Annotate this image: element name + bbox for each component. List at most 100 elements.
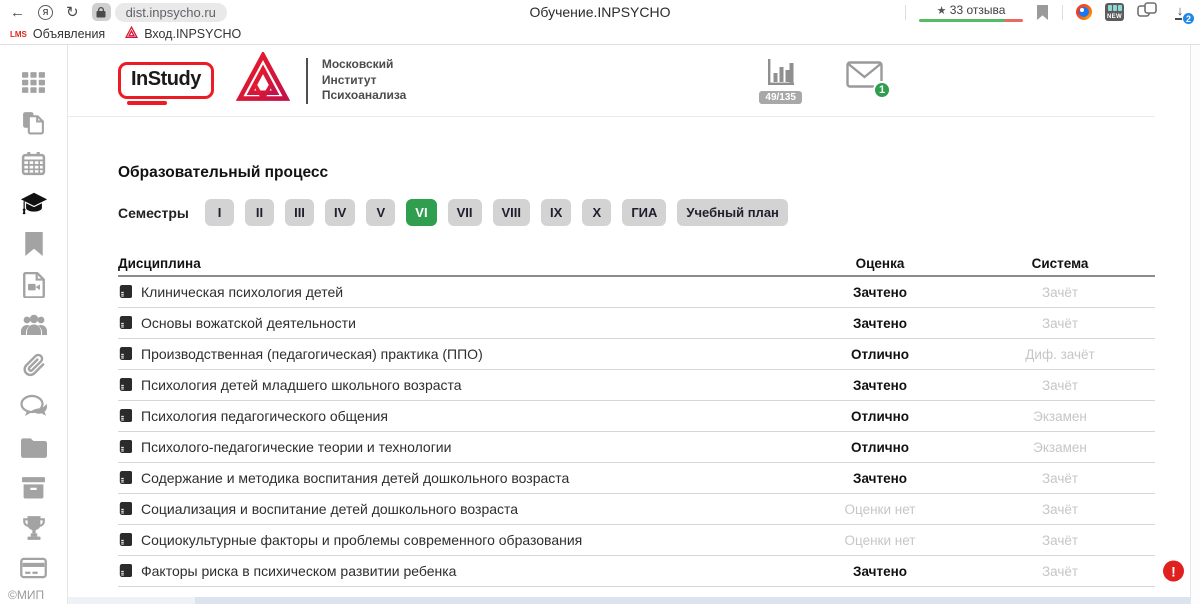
sidebar-item-apps-grid[interactable] xyxy=(20,69,48,95)
bookmarks-bar: LMS Объявления Вход.INPSYCHO xyxy=(0,24,1200,45)
horizontal-scrollbar[interactable] xyxy=(68,597,1190,604)
discipline-name[interactable]: Основы вожатской деятельности xyxy=(141,315,356,331)
discipline-name[interactable]: Психолого-педагогические теории и технол… xyxy=(141,439,451,455)
discipline-link[interactable]: Социализация и воспитание детей дошкольн… xyxy=(118,501,795,517)
book-icon xyxy=(119,285,133,299)
grade-value: Отлично xyxy=(795,347,965,362)
table-row: Клиническая психология детейЗачтеноЗачёт xyxy=(118,277,1155,308)
table-row: Основы вожатской деятельностиЗачтеноЗачё… xyxy=(118,308,1155,339)
sidebar-item-folders[interactable] xyxy=(20,434,48,460)
grade-value: Зачтено xyxy=(795,564,965,579)
sidebar-item-documents[interactable] xyxy=(20,110,48,136)
sidebar-item-media-files[interactable] xyxy=(20,272,48,298)
bookmark-announcements[interactable]: LMS Объявления xyxy=(10,27,105,41)
instudy-logo[interactable]: InStudy xyxy=(118,62,214,99)
grade-value: Отлично xyxy=(795,409,965,424)
copyright-label: ©МИП xyxy=(8,588,44,602)
browser-toolbar: ← Я ↻ dist.inpsycho.ru Обучение.INPSYCHO… xyxy=(0,0,1200,24)
discipline-link[interactable]: Факторы риска в психическом развитии реб… xyxy=(118,563,795,579)
mail-button[interactable]: 1 xyxy=(846,61,883,93)
bookmark-login-inpsycho[interactable]: Вход.INPSYCHO xyxy=(125,26,241,42)
grading-system: Экзамен xyxy=(965,440,1155,455)
discipline-link[interactable]: Психолого-педагогические теории и технол… xyxy=(118,439,795,455)
site-reviews[interactable]: ★ 33 отзыва xyxy=(919,3,1023,22)
table-row: Психология детей младшего школьного возр… xyxy=(118,370,1155,401)
discipline-link[interactable]: Основы вожатской деятельности xyxy=(118,315,795,331)
sidebar-item-messages[interactable] xyxy=(20,393,48,419)
mip-logo-icon xyxy=(236,52,290,109)
bookmark-flag-icon[interactable] xyxy=(1036,5,1049,20)
sidebar-item-archive[interactable] xyxy=(20,474,48,500)
grade-value: Оценки нет xyxy=(795,502,965,517)
sidebar-item-bookmarks[interactable] xyxy=(20,231,48,257)
sidebar: ©МИП xyxy=(0,45,68,604)
downloads-badge: 2 xyxy=(1182,12,1195,25)
semester-tab-X[interactable]: X xyxy=(582,199,611,226)
semester-tab-I[interactable]: I xyxy=(205,199,234,226)
discipline-link[interactable]: Содержание и методика воспитания детей д… xyxy=(118,470,795,486)
discipline-link[interactable]: Психология детей младшего школьного возр… xyxy=(118,377,795,393)
lock-icon[interactable] xyxy=(92,3,111,21)
semester-tab-Учебный план[interactable]: Учебный план xyxy=(677,199,787,226)
grade-value: Зачтено xyxy=(795,285,965,300)
downloads-icon[interactable]: ↓ 2 xyxy=(1170,2,1190,22)
new-extension-icon[interactable]: NEW xyxy=(1105,3,1124,21)
discipline-name[interactable]: Клиническая психология детей xyxy=(141,284,343,300)
semester-tab-VI[interactable]: VI xyxy=(406,199,436,226)
alert-icon[interactable]: ! xyxy=(1163,561,1184,582)
discipline-name[interactable]: Содержание и методика воспитания детей д… xyxy=(141,470,569,486)
discipline-name[interactable]: Производственная (педагогическая) практи… xyxy=(141,346,483,362)
sidebar-item-education[interactable] xyxy=(20,191,48,217)
address-bar[interactable]: dist.inpsycho.ru xyxy=(92,3,227,22)
collections-icon[interactable] xyxy=(1137,2,1157,23)
sidebar-item-card[interactable] xyxy=(20,555,48,581)
disciplines-table: Дисциплина Оценка Система Клиническая пс… xyxy=(118,251,1155,587)
sidebar-item-calendar[interactable] xyxy=(20,150,48,176)
mip-triangle-favicon xyxy=(125,26,138,42)
discipline-link[interactable]: Производственная (педагогическая) практи… xyxy=(118,346,795,362)
semester-tab-IV[interactable]: IV xyxy=(325,199,355,226)
semester-tab-VII[interactable]: VII xyxy=(448,199,482,226)
grading-system: Зачёт xyxy=(965,564,1155,579)
sidebar-item-achievements[interactable] xyxy=(20,515,48,541)
sidebar-item-attachments[interactable] xyxy=(20,353,48,379)
semester-tab-IX[interactable]: IX xyxy=(541,199,571,226)
book-icon xyxy=(119,409,133,423)
discipline-link[interactable]: Психология педагогического общения xyxy=(118,408,795,424)
progress-stats[interactable]: 49/135 xyxy=(759,57,802,104)
reload-icon[interactable]: ↻ xyxy=(66,5,79,20)
book-icon xyxy=(119,316,133,330)
discipline-name[interactable]: Психология педагогического общения xyxy=(141,408,388,424)
discipline-name[interactable]: Психология детей младшего школьного возр… xyxy=(141,377,462,393)
vertical-scrollbar[interactable] xyxy=(1190,45,1200,604)
semester-tab-VIII[interactable]: VIII xyxy=(493,199,531,226)
discipline-name[interactable]: Социализация и воспитание детей дошкольн… xyxy=(141,501,518,517)
discipline-name[interactable]: Социокультурные факторы и проблемы совре… xyxy=(141,532,582,548)
discipline-link[interactable]: Клиническая психология детей xyxy=(118,284,795,300)
browser-menu-icon[interactable]: Я xyxy=(38,5,53,20)
semester-tab-V[interactable]: V xyxy=(366,199,395,226)
back-icon[interactable]: ← xyxy=(10,5,25,20)
book-icon xyxy=(119,378,133,392)
star-icon: ★ xyxy=(937,5,947,17)
grading-system: Зачёт xyxy=(965,471,1155,486)
url-text[interactable]: dist.inpsycho.ru xyxy=(115,3,227,22)
table-row: Содержание и методика воспитания детей д… xyxy=(118,463,1155,494)
discipline-name[interactable]: Факторы риска в психическом развитии реб… xyxy=(141,563,456,579)
semester-tab-III[interactable]: III xyxy=(285,199,314,226)
table-header: Дисциплина Оценка Система xyxy=(118,251,1155,277)
sidebar-item-people[interactable] xyxy=(20,312,48,338)
site-header: InStudy Московский Институт Психоанализа xyxy=(68,45,1155,117)
discipline-link[interactable]: Социокультурные факторы и проблемы совре… xyxy=(118,532,795,548)
semester-tab-ГИА[interactable]: ГИА xyxy=(622,199,666,226)
grading-system: Зачёт xyxy=(965,378,1155,393)
color-circle-extension-icon[interactable] xyxy=(1076,4,1092,20)
bar-chart-icon xyxy=(766,57,796,89)
column-grade: Оценка xyxy=(795,256,965,271)
tab-title: Обучение.INPSYCHO xyxy=(529,4,670,20)
column-discipline: Дисциплина xyxy=(118,256,795,271)
divider xyxy=(905,5,906,20)
grading-system: Зачёт xyxy=(965,316,1155,331)
semester-tab-II[interactable]: II xyxy=(245,199,274,226)
grading-system: Экзамен xyxy=(965,409,1155,424)
